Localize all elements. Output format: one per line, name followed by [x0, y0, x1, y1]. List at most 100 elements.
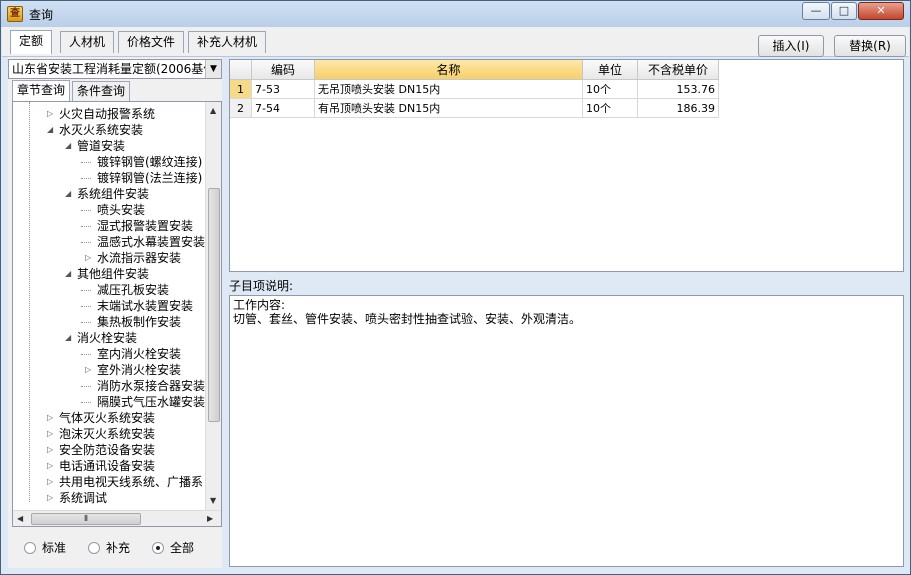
- cell-unit[interactable]: 10个: [583, 80, 638, 99]
- tree-guide-line: [29, 102, 30, 502]
- radio-all[interactable]: 全部: [152, 540, 194, 556]
- tree-node[interactable]: 末端试水装置安装: [97, 298, 193, 314]
- tree-node[interactable]: 火灾自动报警系统: [59, 106, 155, 122]
- query-window: 查 查询 — □ ✕ 定额 人材机 价格文件 补充人材机 插入(I) 替换(R)…: [0, 0, 911, 575]
- tree-expand-icon[interactable]: ▷: [85, 362, 93, 378]
- tree-collapse-icon[interactable]: ◢: [65, 186, 73, 202]
- tree-node[interactable]: 温感式水幕装置安装: [97, 234, 205, 250]
- tree-collapse-icon[interactable]: ◢: [65, 138, 73, 154]
- chapter-tree: ▷ 火灾自动报警系统 ◢ 水灭火系统安装 ◢ 管道安装 镀锌钢管(螺纹连接) 镀锌钢管(法兰连…: [12, 101, 222, 527]
- tree-vertical-scrollbar[interactable]: ▲ ▼: [205, 102, 221, 510]
- tree-node[interactable]: 电话通讯设备安装: [59, 458, 155, 474]
- maximize-icon[interactable]: □: [831, 2, 857, 20]
- column-header-code[interactable]: 编码: [252, 60, 315, 80]
- chevron-down-icon[interactable]: ▼: [205, 60, 221, 78]
- cell-unit[interactable]: 10个: [583, 99, 638, 118]
- tree-node[interactable]: 镀锌钢管(法兰连接): [97, 170, 202, 186]
- tree-connector: [81, 402, 91, 403]
- tree-collapse-icon[interactable]: ◢: [47, 122, 55, 138]
- tab-quota[interactable]: 定额: [10, 30, 53, 54]
- scrollbar-thumb[interactable]: [208, 188, 220, 422]
- tree-node[interactable]: 共用电视天线系统、广播系: [59, 474, 203, 490]
- tree-node[interactable]: 集热板制作安装: [97, 314, 181, 330]
- tree-node[interactable]: 消防水泵接合器安装: [97, 378, 205, 394]
- tree-expand-icon[interactable]: ▷: [47, 458, 55, 474]
- tree-horizontal-scrollbar[interactable]: ◀ ⦀ ▶: [13, 510, 221, 526]
- tree-expand-icon[interactable]: ▷: [47, 442, 55, 458]
- tree-expand-icon[interactable]: ▷: [47, 490, 55, 506]
- tree-collapse-icon[interactable]: ◢: [65, 266, 73, 282]
- scroll-right-icon[interactable]: ▶: [207, 514, 213, 523]
- filter-radio-group: 标准 补充 全部: [12, 527, 222, 567]
- tree-node[interactable]: 管道安装: [77, 138, 125, 154]
- app-icon: 查: [7, 6, 23, 22]
- tree-node[interactable]: 系统组件安装: [77, 186, 149, 202]
- tree-node[interactable]: 室内消火栓安装: [97, 346, 181, 362]
- tab-price-file[interactable]: 价格文件: [118, 31, 185, 53]
- tree-expand-icon[interactable]: ▷: [85, 250, 93, 266]
- quota-grid: 编码 名称 单位 不含税单价 1 7-53 无吊顶喷头安装 DN15内 10个 …: [229, 59, 904, 272]
- replace-button[interactable]: 替换(R): [834, 35, 906, 57]
- tree-connector: [81, 210, 91, 211]
- tree-connector: [81, 242, 91, 243]
- scrollbar-thumb-horizontal[interactable]: ⦀: [31, 513, 141, 525]
- quota-library-value: 山东省安装工程消耗量定额(2006基价): [12, 62, 220, 76]
- tree-expand-icon[interactable]: ▷: [47, 410, 55, 426]
- quota-library-select[interactable]: 山东省安装工程消耗量定额(2006基价) ▼: [8, 59, 222, 79]
- radio-standard-label: 标准: [42, 541, 67, 555]
- tab-condition-query[interactable]: 条件查询: [72, 81, 131, 101]
- cell-price[interactable]: 153.76: [638, 80, 719, 99]
- tree-node[interactable]: 湿式报警装置安装: [97, 218, 193, 234]
- tree-connector: [81, 306, 91, 307]
- radio-standard-circle[interactable]: [24, 542, 36, 554]
- radio-all-circle[interactable]: [152, 542, 164, 554]
- column-header-unit[interactable]: 单位: [583, 60, 638, 80]
- cell-name[interactable]: 无吊顶喷头安装 DN15内: [315, 80, 583, 99]
- tree-node[interactable]: 室外消火栓安装: [97, 362, 181, 378]
- tree-expand-icon[interactable]: ▷: [47, 106, 55, 122]
- minimize-icon[interactable]: —: [802, 2, 830, 20]
- tree-expand-icon[interactable]: ▷: [47, 474, 55, 490]
- column-header-price[interactable]: 不含税单价: [638, 60, 719, 80]
- cell-price[interactable]: 186.39: [638, 99, 719, 118]
- insert-button[interactable]: 插入(I): [758, 35, 824, 57]
- close-icon[interactable]: ✕: [858, 2, 904, 20]
- tree-node[interactable]: 隔膜式气压水罐安装: [97, 394, 205, 410]
- radio-supplementary-label: 补充: [106, 541, 131, 555]
- cell-code[interactable]: 7-54: [252, 99, 315, 118]
- sub-item-description[interactable]: 工作内容: 切管、套丝、管件安装、喷头密封性抽查试验、安装、外观清洁。: [229, 295, 904, 567]
- column-header-name[interactable]: 名称: [315, 60, 583, 80]
- work-content-text: 切管、套丝、管件安装、喷头密封性抽查试验、安装、外观清洁。: [233, 312, 582, 326]
- tab-supplementary-materials[interactable]: 补充人材机: [188, 31, 267, 53]
- grid-corner: [230, 60, 252, 80]
- cell-name[interactable]: 有吊顶喷头安装 DN15内: [315, 99, 583, 118]
- row-number[interactable]: 1: [230, 80, 252, 99]
- tree-node[interactable]: 消火栓安装: [77, 330, 137, 346]
- tab-chapter-query[interactable]: 章节查询: [12, 80, 71, 101]
- tree-node[interactable]: 水流指示器安装: [97, 250, 181, 266]
- tree-node[interactable]: 喷头安装: [97, 202, 145, 218]
- tree-expand-icon[interactable]: ▷: [47, 426, 55, 442]
- row-number[interactable]: 2: [230, 99, 252, 118]
- scroll-left-icon[interactable]: ◀: [17, 514, 23, 523]
- tree-node[interactable]: 气体灭火系统安装: [59, 410, 155, 426]
- radio-standard[interactable]: 标准: [24, 540, 66, 556]
- tree-node[interactable]: 减压孔板安装: [97, 282, 169, 298]
- tree-connector: [81, 290, 91, 291]
- tree-node[interactable]: 镀锌钢管(螺纹连接): [97, 154, 202, 170]
- scroll-up-icon[interactable]: ▲: [210, 106, 216, 115]
- tree-connector: [81, 386, 91, 387]
- radio-supplementary-circle[interactable]: [88, 542, 100, 554]
- scroll-down-icon[interactable]: ▼: [210, 496, 216, 505]
- tree-collapse-icon[interactable]: ◢: [65, 330, 73, 346]
- tab-labor-materials-machines[interactable]: 人材机: [60, 31, 115, 53]
- tree-node[interactable]: 其他组件安装: [77, 266, 149, 282]
- tree-node[interactable]: 水灭火系统安装: [59, 122, 143, 138]
- tree-node[interactable]: 系统调试: [59, 490, 107, 506]
- cell-code[interactable]: 7-53: [252, 80, 315, 99]
- tree-node[interactable]: 泡沫灭火系统安装: [59, 426, 155, 442]
- tree-node[interactable]: 安全防范设备安装: [59, 442, 155, 458]
- radio-supplementary[interactable]: 补充: [88, 540, 130, 556]
- tree-connector: [81, 162, 91, 163]
- tree-connector: [81, 354, 91, 355]
